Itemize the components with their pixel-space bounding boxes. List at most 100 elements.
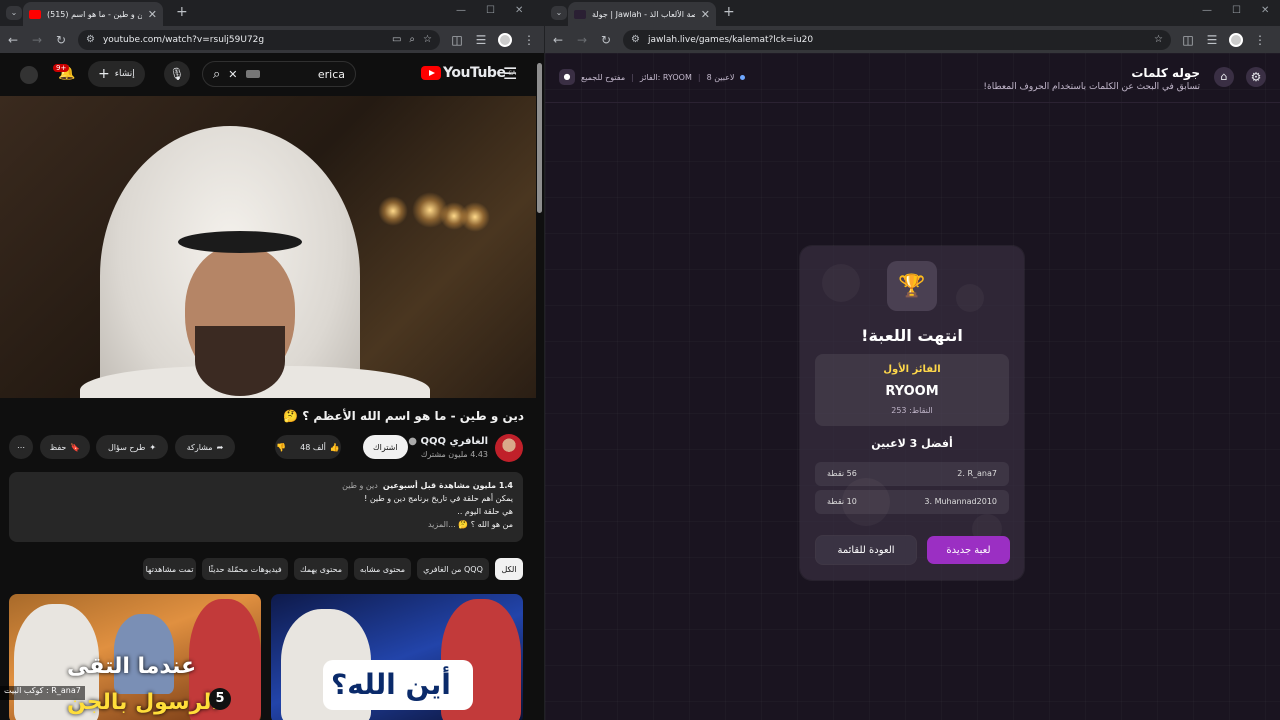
tab-search-button[interactable]: ⌄ xyxy=(6,6,22,20)
menu-icon[interactable]: ⋮ xyxy=(522,33,536,47)
cast-icon[interactable]: ▭ xyxy=(392,34,401,45)
players-count: 8 لاعبين xyxy=(706,72,735,82)
chip-all[interactable]: الكل xyxy=(495,558,523,580)
new-tab-button[interactable]: + xyxy=(176,4,188,20)
candle-light xyxy=(378,196,408,226)
player-name: 3. Muhannad2010 xyxy=(924,497,997,506)
home-icon[interactable]: ⌂ xyxy=(1214,67,1234,87)
maximize-icon[interactable]: ☐ xyxy=(486,5,495,16)
video-player[interactable] xyxy=(0,96,536,398)
game-title: جوله كلمات xyxy=(1131,66,1200,80)
window-controls: — ☐ ✕ xyxy=(456,5,523,16)
recommended-video-thumbnail[interactable]: عندما التقى الرسول بالجن 5 xyxy=(9,594,261,720)
forward-icon[interactable]: → xyxy=(30,33,44,47)
youtube-header: ☰ YouTube SA ⌕ ✕ erica 🎙 + إنشاء 🔔 xyxy=(0,53,536,93)
create-button[interactable]: + إنشاء xyxy=(88,61,145,87)
room-info: ● مفتوح للجميع | الفائز: RYOOM | 8 لاعبي… xyxy=(559,69,746,85)
game-over-card: 🏆 انتهت اللعبة! الفائز الأول RYOOM النقا… xyxy=(800,246,1024,580)
reload-icon[interactable]: ↻ xyxy=(599,33,613,47)
profile-avatar[interactable] xyxy=(498,32,512,47)
menu-icon[interactable]: ⋮ xyxy=(1253,33,1267,47)
new-tab-button[interactable]: + xyxy=(723,4,735,20)
channel-name[interactable]: الغافري QQQ ● xyxy=(408,436,488,447)
video-description[interactable]: 1.4 مليون مشاهدة قبل أسبوعين دين و طين ي… xyxy=(9,472,523,542)
overlay-chat-text: R_ana7 : كوكب البيت xyxy=(0,686,85,700)
channel-avatar[interactable] xyxy=(495,434,523,462)
presenter-agal xyxy=(178,231,302,253)
right-browser-window: ⌄ جولة | Jawlah - منصة الألعاب الذ ✕ + —… xyxy=(545,0,1280,720)
back-icon[interactable]: ← xyxy=(6,33,20,47)
player-name: 2. R_ana7 xyxy=(957,469,997,478)
winner-box: الفائز الأول RYOOM النقاط: 253 xyxy=(815,354,1009,426)
dislike-icon[interactable]: 👎 xyxy=(276,443,286,452)
online-dot-icon xyxy=(740,74,746,80)
show-more-link[interactable]: ...المزيد xyxy=(428,520,456,529)
chip-watched[interactable]: تمت مشاهدتها xyxy=(143,558,196,580)
extensions-icon[interactable]: ◫ xyxy=(1181,33,1195,47)
scrollbar-thumb[interactable] xyxy=(537,63,542,213)
like-icon[interactable]: 👍 xyxy=(330,443,340,452)
bookmark-star-icon[interactable]: ☆ xyxy=(423,34,432,45)
save-button[interactable]: حفظ 🔖 xyxy=(40,435,90,459)
address-bar[interactable]: ⚙ youtube.com/watch?v=rsulj59U72g ▭ ⌕ ☆ xyxy=(78,29,440,50)
reading-list-icon[interactable]: ☰ xyxy=(474,33,488,47)
site-info-icon[interactable]: ⚙ xyxy=(631,34,640,45)
reload-icon[interactable]: ↻ xyxy=(54,33,68,47)
extensions-icon[interactable]: ◫ xyxy=(450,33,464,47)
minimize-icon[interactable]: — xyxy=(456,5,466,16)
search-input[interactable]: erica xyxy=(268,68,345,81)
subscribe-button[interactable]: اشتراك xyxy=(363,435,408,459)
settings-gear-icon[interactable]: ⚙ xyxy=(1246,67,1266,87)
new-game-button[interactable]: لعبة جديدة xyxy=(927,536,1010,564)
tab-search-button[interactable]: ⌄ xyxy=(551,6,567,20)
desc-tags[interactable]: دين و طين xyxy=(342,481,378,490)
share-label: مشاركة xyxy=(186,442,213,452)
trophy-icon: 🏆 xyxy=(887,261,937,311)
region-code: SA xyxy=(508,69,516,77)
channel-subscribers: 4.43 مليون مشترك xyxy=(420,450,488,459)
back-to-list-button[interactable]: العودة للقائمة xyxy=(816,536,916,564)
account-avatar[interactable] xyxy=(20,66,38,84)
search-icon[interactable]: ⌕ xyxy=(213,67,220,82)
address-bar[interactable]: ⚙ jawlah.live/games/kalemat?lck=iu20 ☆ xyxy=(623,29,1171,50)
share-button[interactable]: مشاركة ➦ xyxy=(175,435,235,459)
browser-toolbar: ← → ↻ ⚙ youtube.com/watch?v=rsulj59U72g … xyxy=(0,26,544,53)
maximize-icon[interactable]: ☐ xyxy=(1232,5,1241,16)
tab-bar: ⌄ (515) دين و طين - ما هو اسم ✕ + — ☐ ✕ xyxy=(0,0,544,26)
chip-for-you[interactable]: محتوى يهمك xyxy=(294,558,348,580)
more-actions-button[interactable]: ⋯ xyxy=(9,435,33,459)
plus-icon: + xyxy=(98,66,110,82)
chat-bubble-icon[interactable]: ● xyxy=(559,69,575,85)
close-window-icon[interactable]: ✕ xyxy=(1261,5,1269,16)
zoom-icon[interactable]: ⌕ xyxy=(409,34,415,45)
like-count[interactable]: 48 ألف xyxy=(300,443,326,452)
clear-search-icon[interactable]: ✕ xyxy=(228,68,237,81)
forward-icon[interactable]: → xyxy=(575,33,589,47)
tab-title: (515) دين و طين - ما هو اسم xyxy=(47,9,142,19)
ask-button[interactable]: طرح سؤال ✦ xyxy=(96,435,168,459)
keyboard-icon[interactable] xyxy=(245,70,260,78)
tab-close-icon[interactable]: ✕ xyxy=(148,8,157,21)
recommended-video-thumbnail[interactable]: أين الله؟ xyxy=(271,594,523,720)
tab-youtube[interactable]: (515) دين و طين - ما هو اسم ✕ xyxy=(23,2,163,26)
minimize-icon[interactable]: — xyxy=(1202,5,1212,16)
search-box[interactable]: ⌕ ✕ erica xyxy=(202,61,356,87)
chip-recent[interactable]: فيديوهات محمّلة حديثًا xyxy=(202,558,288,580)
tab-close-icon[interactable]: ✕ xyxy=(701,8,710,21)
thumb-caption: أين الله؟ xyxy=(331,668,451,701)
site-info-icon[interactable]: ⚙ xyxy=(86,34,95,45)
page-scrollbar[interactable] xyxy=(536,53,544,720)
voice-search-button[interactable]: 🎙 xyxy=(164,61,190,87)
reading-list-icon[interactable]: ☰ xyxy=(1205,33,1219,47)
game-over-title: انتهت اللعبة! xyxy=(861,326,963,345)
chip-similar[interactable]: محتوى مشابه xyxy=(354,558,411,580)
youtube-logo[interactable]: YouTube SA xyxy=(421,65,516,81)
bookmark-star-icon[interactable]: ☆ xyxy=(1154,34,1163,45)
thumb-caption: عندما التقى xyxy=(67,654,197,679)
profile-avatar[interactable] xyxy=(1229,32,1243,47)
chip-channel[interactable]: من الغافري QQQ xyxy=(417,558,489,580)
back-icon[interactable]: ← xyxy=(551,33,565,47)
desc-line: يمكن أهم حلقة في تاريخ برنامج دين و طين … xyxy=(364,494,513,503)
close-window-icon[interactable]: ✕ xyxy=(515,5,523,16)
tab-jawlah[interactable]: جولة | Jawlah - منصة الألعاب الذ ✕ xyxy=(568,2,716,26)
